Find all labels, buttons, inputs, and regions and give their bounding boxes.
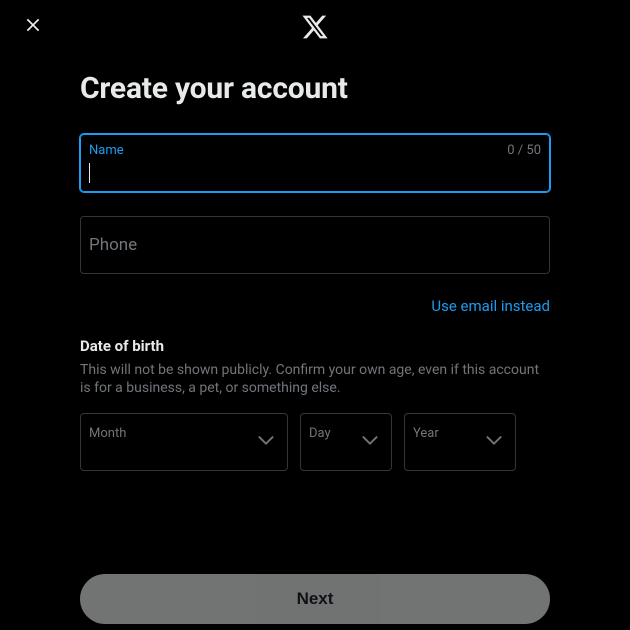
close-icon xyxy=(23,15,43,39)
year-select[interactable]: Year xyxy=(404,413,516,471)
x-logo xyxy=(301,13,329,41)
name-input[interactable] xyxy=(89,161,541,183)
year-select-label: Year xyxy=(413,426,439,441)
alt-link-row: Use email instead xyxy=(80,296,550,315)
month-select[interactable]: Month xyxy=(80,413,288,471)
bottom-bar: Next xyxy=(80,574,550,630)
next-button[interactable]: Next xyxy=(80,574,550,624)
name-field[interactable]: Name 0 / 50 xyxy=(80,134,550,192)
name-label: Name xyxy=(89,143,124,158)
chevron-down-icon xyxy=(255,429,277,455)
name-char-counter: 0 / 50 xyxy=(507,143,541,158)
dob-description: This will not be shown publicly. Confirm… xyxy=(80,361,550,397)
dob-heading: Date of birth xyxy=(80,337,550,355)
dob-section: Date of birth This will not be shown pub… xyxy=(80,337,550,471)
signup-form: Create your account Name 0 / 50 Phone Us… xyxy=(0,71,630,471)
day-select-label: Day xyxy=(309,426,331,441)
chevron-down-icon xyxy=(483,429,505,455)
day-select[interactable]: Day xyxy=(300,413,392,471)
phone-input[interactable] xyxy=(89,243,541,265)
use-email-instead-link[interactable]: Use email instead xyxy=(431,297,550,315)
close-button[interactable] xyxy=(16,10,50,44)
modal-header xyxy=(0,0,630,53)
dob-row: Month Day Year xyxy=(80,413,550,471)
month-select-label: Month xyxy=(89,426,126,441)
chevron-down-icon xyxy=(359,429,381,455)
phone-field[interactable]: Phone xyxy=(80,216,550,274)
page-title: Create your account xyxy=(80,71,550,106)
